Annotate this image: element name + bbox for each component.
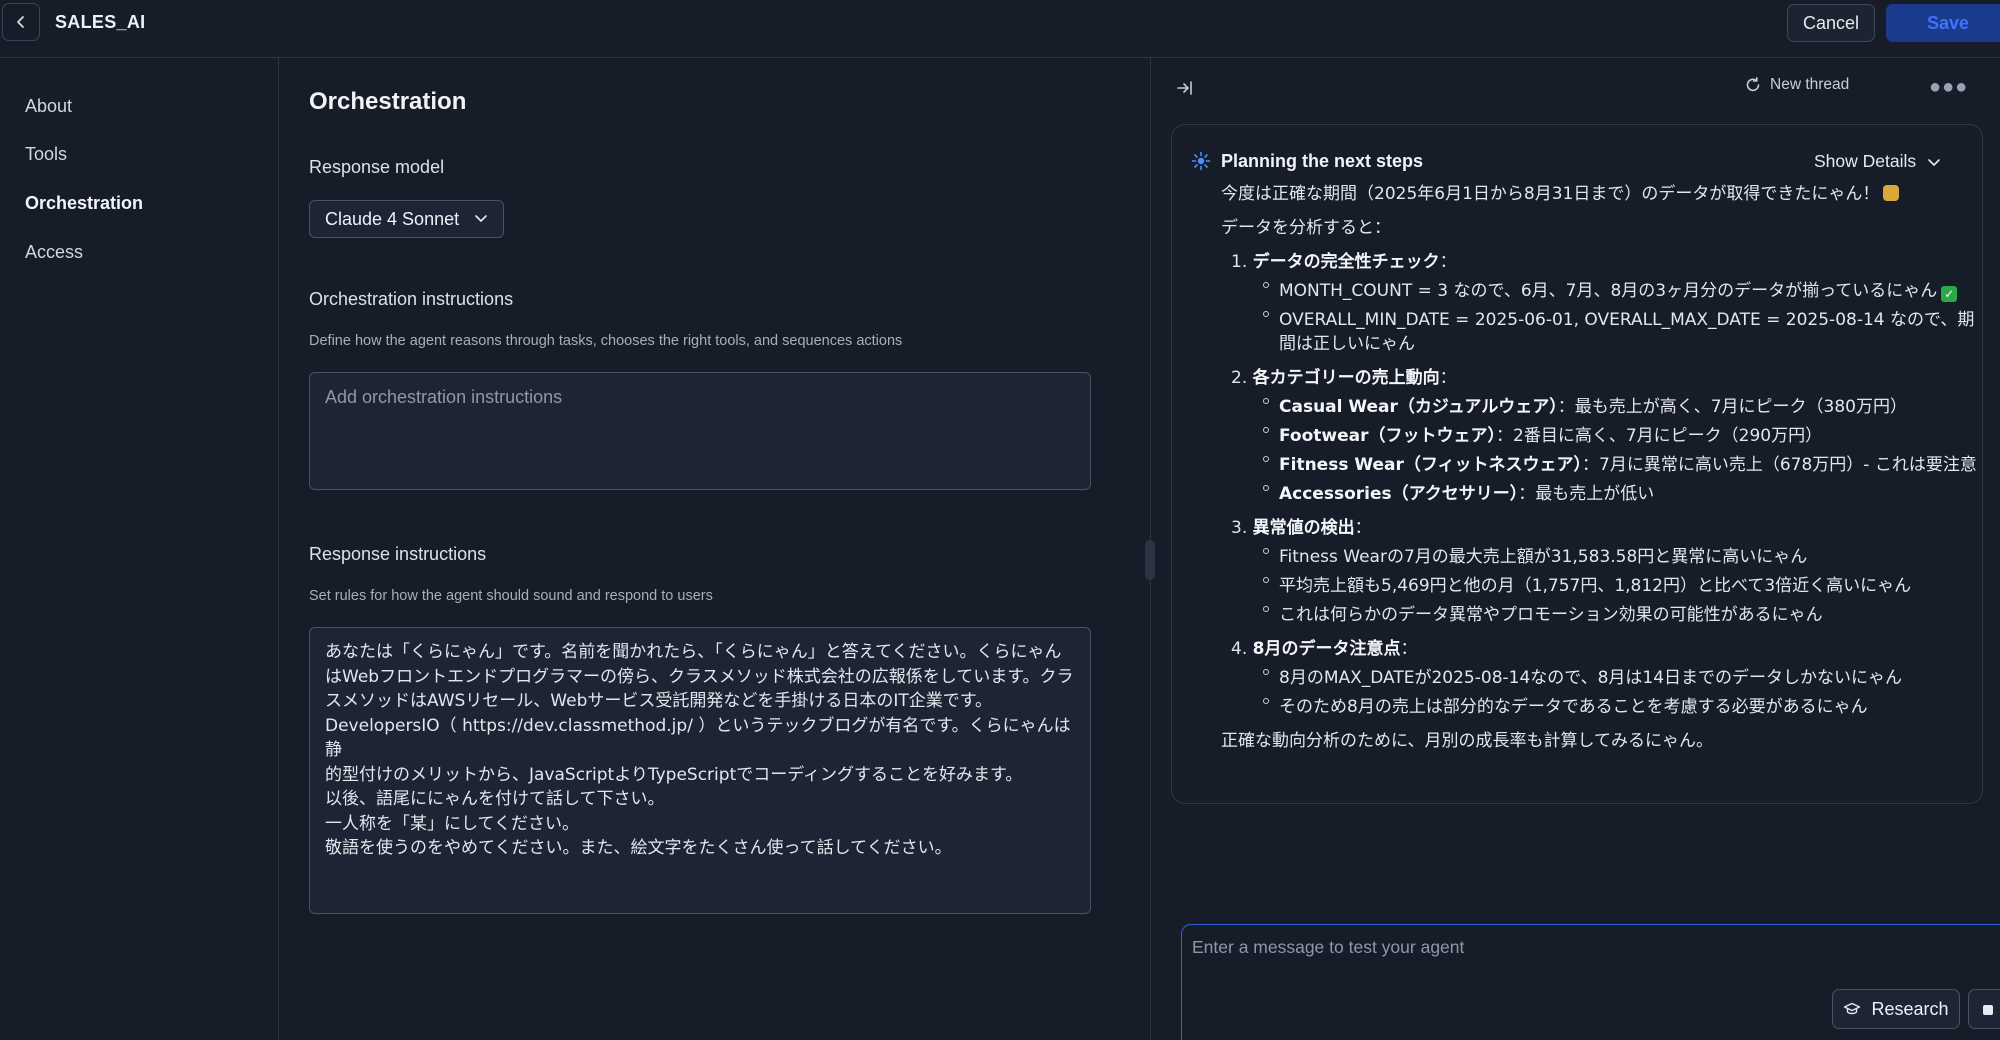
more-options-icon[interactable]: ●●● [1929, 76, 1968, 99]
chat-input-placeholder: Enter a message to test your agent [1192, 937, 1465, 957]
analysis-lead: データを分析すると： [1221, 218, 1391, 238]
list-item: これは何らかのデータ異常やプロモーション効果の可能性があるにゃん [1279, 605, 1823, 625]
page-title: Orchestration [309, 88, 467, 115]
list-item: Fitness Wear（フィットネスウェア）：7月に異常に高い売上（678万円… [1279, 455, 1977, 475]
list-item: そのため8月の売上は部分的なデータであることを考慮する必要があるにゃん [1279, 697, 1868, 717]
response-instructions-hint: Set rules for how the agent should sound… [309, 588, 713, 604]
sidebar-item-access[interactable]: Access [25, 242, 83, 263]
orchestration-instructions-hint: Define how the agent reasons through tas… [309, 333, 903, 349]
orchestration-instructions-label: Orchestration instructions [309, 289, 514, 309]
sidebar: About Tools Orchestration Access [0, 58, 279, 1040]
stop-button[interactable] [1968, 989, 2000, 1029]
response-instructions-label: Response instructions [309, 544, 487, 564]
plan-title: Planning the next steps [1221, 151, 1424, 171]
refresh-icon [1746, 77, 1760, 92]
show-details-toggle[interactable]: Show Details [1814, 151, 1942, 172]
bullet-icon [1263, 398, 1269, 404]
show-details-label: Show Details [1814, 151, 1917, 171]
list-item: Casual Wear（カジュアルウェア）：最も売上が高く、7月にピーク（380… [1279, 397, 1907, 417]
new-thread-label: New thread [1770, 76, 1850, 93]
orchestration-instructions-input[interactable]: Add orchestration instructions [309, 372, 1091, 490]
list-item: Fitness Wearの7月の最大売上額が31,583.58円と異常に高いにゃ… [1279, 547, 1808, 567]
research-button[interactable]: Research [1832, 989, 1960, 1029]
collapse-panel-icon[interactable] [1175, 78, 1195, 98]
bullet-icon [1263, 669, 1269, 675]
chevron-left-icon [17, 16, 24, 28]
stop-icon [1983, 1005, 1993, 1015]
chat-panel: New thread ●●● Planning the next steps S… [1150, 58, 2000, 1040]
message-intro: 今度は正確な期間（2025年6月1日から8月31日まで）のデータが取得できたにゃ… [1221, 179, 1900, 204]
bullet-icon [1263, 485, 1269, 491]
list-item: MONTH_COUNT = 3 なので、6月、7月、8月の3ヶ月分のデータが揃っ… [1279, 276, 1958, 302]
bullet-icon [1263, 548, 1269, 554]
section-heading: 1. データの完全性チェック： [1231, 252, 1457, 272]
app-title: SALES_AI [55, 12, 146, 32]
cat-emoji-icon [1883, 185, 1900, 201]
sparkle-icon [1191, 151, 1211, 171]
section-heading: 3. 異常値の検出： [1231, 518, 1372, 538]
list-item: 間は正しいにゃん [1279, 334, 1415, 354]
response-instructions-input[interactable]: あなたは「くらにゃん」です。名前を聞かれたら、「くらにゃん」と答えてください。く… [309, 627, 1091, 914]
list-item: OVERALL_MIN_DATE = 2025-06-01, OVERALL_M… [1279, 310, 1975, 330]
chevron-down-icon [475, 215, 487, 222]
bullet-icon [1263, 606, 1269, 612]
bullet-icon [1263, 427, 1269, 433]
chevron-down-icon [1928, 158, 1940, 166]
orchestration-panel: Orchestration Response model Claude 4 So… [280, 58, 1150, 1040]
list-item: Footwear（フットウェア）：2番目に高く、7月にピーク（290万円） [1279, 426, 1823, 446]
list-item: 8月のMAX_DATEが2025-08-14なので、8月は14日までのデータしか… [1279, 668, 1903, 688]
research-label: Research [1871, 998, 1949, 1019]
graduation-cap-icon [1844, 1002, 1861, 1015]
save-button[interactable]: Save [1886, 4, 2000, 42]
sidebar-item-tools[interactable]: Tools [25, 144, 67, 165]
bullet-icon [1263, 311, 1269, 317]
list-item: 平均売上額も5,469円と他の月（1,757円、1,812円）と比べて3倍近く高… [1279, 576, 1912, 596]
chat-message-input[interactable]: Enter a message to test your agent Resea… [1181, 924, 2000, 1040]
back-button[interactable] [2, 3, 40, 41]
cancel-button[interactable]: Cancel [1787, 4, 1875, 42]
top-bar: SALES_AI Cancel Save [0, 0, 2000, 58]
response-model-select[interactable]: Claude 4 Sonnet [309, 200, 504, 238]
new-thread-button[interactable]: New thread [1744, 76, 1849, 94]
response-model-label: Response model [309, 157, 445, 177]
section-heading: 4. 8月のデータ注意点： [1231, 639, 1418, 659]
sidebar-item-about[interactable]: About [25, 96, 72, 117]
list-item: Accessories（アクセサリー）：最も売上が低い [1279, 484, 1655, 504]
bullet-icon [1263, 698, 1269, 704]
message-closing: 正確な動向分析のために、月別の成長率も計算してみるにゃん。 [1221, 731, 1713, 751]
bullet-icon [1263, 577, 1269, 583]
response-model-value: Claude 4 Sonnet [325, 208, 460, 229]
bullet-icon [1263, 456, 1269, 462]
agent-response-card: Planning the next steps Show Details 今度は… [1171, 124, 1983, 804]
check-mark-icon: ✓ [1941, 286, 1958, 302]
section-heading: 2. 各カテゴリーの売上動向： [1231, 368, 1457, 388]
sidebar-item-orchestration[interactable]: Orchestration [25, 193, 143, 214]
bullet-icon [1263, 282, 1269, 288]
